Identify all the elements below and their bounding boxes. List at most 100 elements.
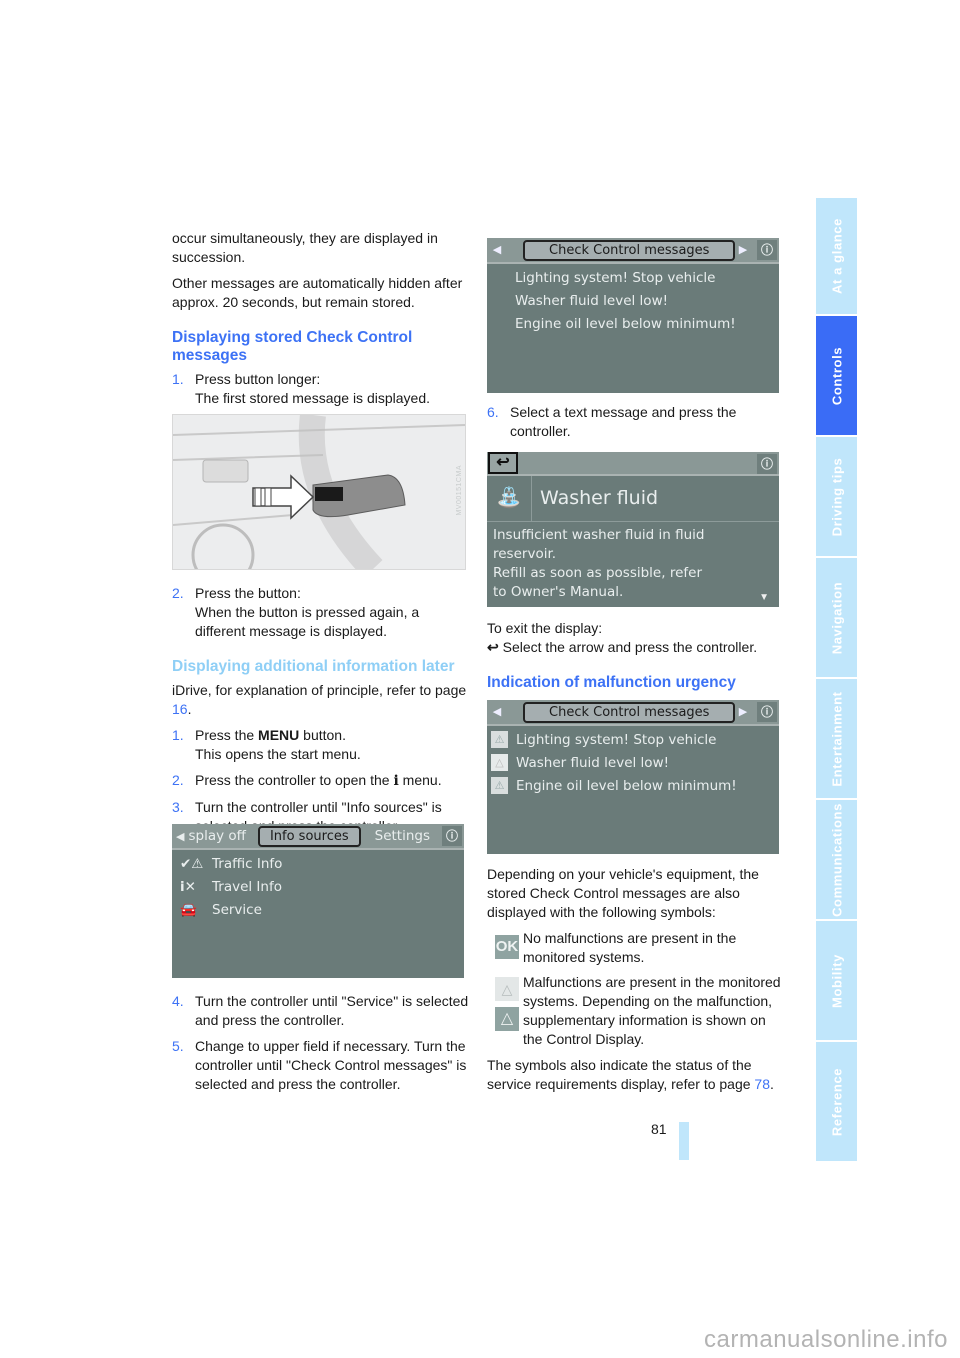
final-paragraph: The symbols also indicate the status of … xyxy=(487,1057,774,1092)
screen-header: ◀ splay off Info sources Settings ⓘ xyxy=(172,824,464,850)
traffic-warning-icon: ✔⚠ xyxy=(180,855,204,872)
arrow-left-icon[interactable]: ◀ xyxy=(489,704,505,720)
page-link-16[interactable]: 16 xyxy=(172,701,188,717)
step-number: 1. xyxy=(172,371,184,387)
page-marker-bar xyxy=(679,1122,689,1160)
info-sources-list: ✔⚠ Traffic Info i✕ Travel Info 🚘 Service xyxy=(172,850,464,921)
screen-header: ◀ Check Control messages ▶ ⓘ xyxy=(487,700,779,726)
sidebar-tab-at-a-glance[interactable]: At a glance xyxy=(816,198,857,314)
section-heading-additional-info: Displaying additional information later xyxy=(172,658,455,675)
left-column: occur simultaneously, they are displayed… xyxy=(172,229,472,415)
page-link-78[interactable]: 78 xyxy=(754,1076,770,1092)
ok-icon: OK xyxy=(495,935,519,959)
arrow-pointer-icon xyxy=(252,474,315,520)
message-list: Lighting system! Stop vehicle Washer flu… xyxy=(487,264,779,335)
light-triangle-icon: △ xyxy=(491,754,508,771)
light-triangle-icon: △ xyxy=(495,977,519,1001)
figure-code: MV00151CMA xyxy=(456,465,463,516)
message-item[interactable]: Lighting system! Stop vehicle xyxy=(515,266,779,289)
info-sources-screen: ◀ splay off Info sources Settings ⓘ ✔⚠ Tr… xyxy=(172,824,464,978)
idrive-intro: iDrive, for explanation of principle, re… xyxy=(172,682,467,717)
step-subtext: The first stored message is displayed. xyxy=(195,390,430,406)
back-arrow-icon[interactable]: ↩ xyxy=(488,452,518,474)
step-2: 2. Press the controller to open the i me… xyxy=(172,772,442,789)
sidebar-tab-entertainment[interactable]: Entertainment xyxy=(816,679,857,798)
detail-title-row: ⛲ Washer fluid xyxy=(487,476,779,522)
list-item-service[interactable]: 🚘 Service xyxy=(180,898,464,921)
step-4: 4. Turn the controller until "Service" i… xyxy=(172,993,469,1028)
right-column-end: Depending on your vehicle's equipment, t… xyxy=(487,865,787,1101)
info-icon[interactable]: ⓘ xyxy=(757,702,777,722)
page-number: 81 xyxy=(651,1121,667,1137)
arrow-left-icon[interactable]: ◀ xyxy=(489,242,505,258)
chapter-sidebar: At a glance Controls Driving tips Naviga… xyxy=(816,198,857,1163)
detail-body: Insufficient washer fluid in fluid reser… xyxy=(493,527,705,600)
intro-paragraph-1: occur simultaneously, they are displayed… xyxy=(172,230,438,265)
info-icon[interactable]: ⓘ xyxy=(757,240,777,260)
step-2: 2. Press the button: When the button is … xyxy=(172,584,472,641)
detail-title: Washer fluid xyxy=(540,487,659,509)
step-text: Press the button: xyxy=(195,585,301,601)
sidebar-tab-controls[interactable]: Controls xyxy=(816,316,857,435)
warning-triangle-icon: ⚠ xyxy=(491,777,508,794)
step-5: 5. Change to upper field if necessary. T… xyxy=(172,1038,467,1092)
list-item-traffic-info[interactable]: ✔⚠ Traffic Info xyxy=(180,852,464,875)
sidebar-tab-navigation[interactable]: Navigation xyxy=(816,558,857,677)
sidebar-tab-reference[interactable]: Reference xyxy=(816,1042,857,1161)
arrow-left-icon[interactable]: ◀ xyxy=(176,830,184,843)
tab-info-sources[interactable]: Info sources xyxy=(257,825,361,847)
info-icon[interactable]: ⓘ xyxy=(757,454,777,474)
menu-button-label: MENU xyxy=(258,727,300,743)
symbols-intro: Depending on your vehicle's equipment, t… xyxy=(487,866,759,920)
exit-instruction: ↩ Select the arrow and press the control… xyxy=(487,639,758,655)
right-column-cont: To exit the display: ↩ Select the arrow … xyxy=(487,619,787,697)
check-control-screen: ◀ Check Control messages ▶ ⓘ Lighting sy… xyxy=(487,238,779,393)
step-6: 6. Select a text message and press the c… xyxy=(487,404,737,439)
step-1: 1. Press button longer: The first stored… xyxy=(172,370,472,408)
back-arrow-icon: ↩ xyxy=(487,639,499,655)
check-button xyxy=(315,487,343,501)
stalk-illustration: MV00151CMA xyxy=(172,414,466,570)
info-icon[interactable]: ⓘ xyxy=(442,826,462,846)
message-item[interactable]: △ Washer fluid level low! xyxy=(491,751,779,774)
tab-check-control[interactable]: Check Control messages xyxy=(523,239,736,261)
tab-check-control[interactable]: Check Control messages xyxy=(523,701,736,723)
scroll-down-icon[interactable]: ▼ xyxy=(759,592,769,603)
message-item[interactable]: ⚠ Engine oil level below minimum! xyxy=(491,774,779,797)
symbol-warning-row: △ △ Malfunctions are present in the moni… xyxy=(487,973,787,1049)
step-1: 1. Press the MENU button. This opens the… xyxy=(172,727,361,762)
steering-stalk-drawing xyxy=(173,415,465,569)
list-item-travel-info[interactable]: i✕ Travel Info xyxy=(180,875,464,898)
right-column: 6. Select a text message and press the c… xyxy=(487,403,787,448)
sidebar-tab-driving-tips[interactable]: Driving tips xyxy=(816,437,857,556)
tab-settings[interactable]: Settings xyxy=(375,828,430,844)
footer-watermark: carmanualsonline.info xyxy=(704,1326,948,1353)
arrow-right-icon[interactable]: ▶ xyxy=(735,704,751,720)
sidebar-tab-mobility[interactable]: Mobility xyxy=(816,921,857,1040)
screen-header: ↩ ⓘ xyxy=(487,452,779,476)
left-column-cont: 2. Press the button: When the button is … xyxy=(172,584,472,843)
car-service-icon: 🚘 xyxy=(180,901,197,918)
step-number: 2. xyxy=(172,585,184,601)
washer-fluid-screen: ↩ ⓘ ⛲ Washer fluid Insufficient washer f… xyxy=(487,452,779,607)
message-item[interactable]: ⚠ Lighting system! Stop vehicle xyxy=(491,728,779,751)
arrow-right-icon[interactable]: ▶ xyxy=(735,242,751,258)
left-column-end: 4. Turn the controller until "Service" i… xyxy=(172,992,472,1101)
warning-triangle-icon: △ xyxy=(495,1007,519,1031)
travel-info-icon: i✕ xyxy=(180,878,196,895)
message-item[interactable]: Engine oil level below minimum! xyxy=(515,312,779,335)
screen-header: ◀ Check Control messages ▶ ⓘ xyxy=(487,238,779,264)
warning-triangle-icon: ⚠ xyxy=(491,731,508,748)
message-list: ⚠ Lighting system! Stop vehicle △ Washer f… xyxy=(487,726,779,797)
washer-fluid-icon: ⛲ xyxy=(487,476,532,521)
intro-paragraph-2: Other messages are automatically hidden … xyxy=(172,275,463,310)
section-heading-stored-messages: Displaying stored Check Control messages xyxy=(172,329,413,364)
tab-display-off[interactable]: splay off xyxy=(188,828,245,844)
symbol-ok-row: OK No malfunctions are present in the mo… xyxy=(495,930,737,965)
section-heading-urgency: Indication of malfunction urgency xyxy=(487,674,736,691)
exit-label: To exit the display: xyxy=(487,620,603,636)
urgency-screen: ◀ Check Control messages ▶ ⓘ ⚠ Lighting s… xyxy=(487,700,779,854)
message-item[interactable]: Washer fluid level low! xyxy=(515,289,779,312)
sidebar-tab-communications[interactable]: Communications xyxy=(816,800,857,919)
step-subtext: When the button is pressed again, a diff… xyxy=(195,604,420,639)
